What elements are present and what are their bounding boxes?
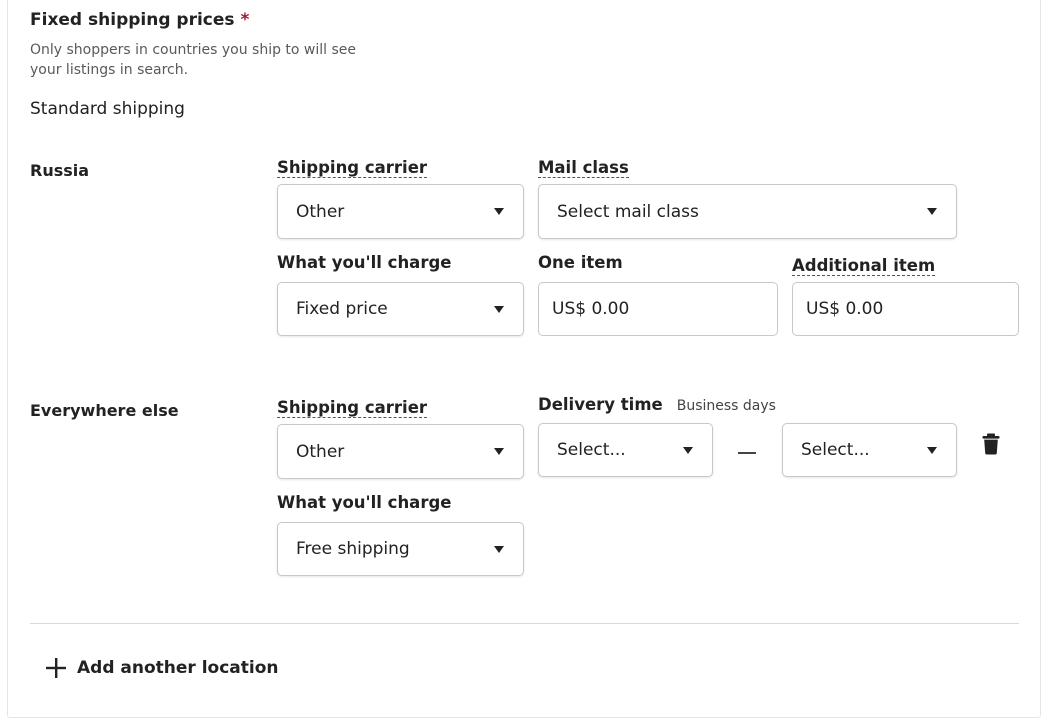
everywhere-delivery-time-label: Delivery time Business days <box>538 394 776 417</box>
chevron-down-icon <box>494 305 504 313</box>
everywhere-shipping-carrier-label-text: Shipping carrier <box>277 398 428 418</box>
russia-shipping-carrier-label-text: Shipping carrier <box>277 158 428 178</box>
add-another-location-button[interactable]: Add another location <box>45 657 279 679</box>
location-label-everywhere-else: Everywhere else <box>30 401 179 420</box>
location-label-russia: Russia <box>30 161 90 180</box>
divider <box>30 623 1019 624</box>
chevron-down-icon <box>494 208 504 215</box>
russia-mail-class-value: Select mail class <box>557 201 699 222</box>
section-title: Fixed shipping prices * <box>30 10 249 30</box>
delivery-max-select[interactable]: Select... <box>782 423 957 477</box>
everywhere-shipping-carrier-label: Shipping carrier <box>277 397 428 419</box>
add-another-location-label: Add another location <box>77 658 279 678</box>
chevron-down-icon <box>683 446 693 454</box>
everywhere-shipping-carrier-select[interactable]: Other <box>277 424 524 479</box>
russia-shipping-carrier-label: Shipping carrier <box>277 157 428 179</box>
section-description: Only shoppers in countries you ship to w… <box>30 42 357 78</box>
plus-icon <box>46 658 66 678</box>
range-separator <box>738 452 756 454</box>
russia-additional-item-label: Additional item <box>792 255 936 277</box>
russia-one-item-input[interactable] <box>538 282 778 336</box>
russia-charge-label: What you'll charge <box>277 253 452 272</box>
russia-shipping-carrier-value: Other <box>296 201 345 222</box>
russia-mail-class-label-text: Mail class <box>538 158 629 178</box>
chevron-down-icon <box>927 446 937 454</box>
chevron-down-icon <box>494 545 504 553</box>
russia-shipping-carrier-select[interactable]: Other <box>277 184 524 239</box>
trash-icon[interactable] <box>982 433 1000 459</box>
chevron-down-icon <box>494 448 504 455</box>
required-indicator: * <box>240 10 250 30</box>
standard-shipping-heading: Standard shipping <box>30 99 185 119</box>
everywhere-charge-select[interactable]: Free shipping <box>277 522 524 576</box>
russia-mail-class-select[interactable]: Select mail class <box>538 184 957 239</box>
delivery-time-hint: Business days <box>676 398 776 414</box>
delivery-time-label-text: Delivery time <box>538 395 663 414</box>
delivery-min-value: Select... <box>557 440 626 460</box>
russia-one-item-label: One item <box>538 253 623 272</box>
russia-additional-item-input[interactable] <box>792 282 1019 336</box>
everywhere-charge-label: What you'll charge <box>277 493 452 512</box>
russia-charge-select[interactable]: Fixed price <box>277 282 524 336</box>
russia-mail-class-label: Mail class <box>538 157 629 179</box>
russia-additional-item-label-text: Additional item <box>792 256 936 276</box>
russia-charge-value: Fixed price <box>296 299 388 319</box>
everywhere-shipping-carrier-value: Other <box>296 441 345 462</box>
delivery-min-select[interactable]: Select... <box>538 423 713 477</box>
chevron-down-icon <box>927 208 937 215</box>
delivery-max-value: Select... <box>801 440 870 460</box>
everywhere-charge-value: Free shipping <box>296 539 410 559</box>
trash-icon-svg <box>982 433 1000 455</box>
section-title-text: Fixed shipping prices <box>30 10 235 30</box>
